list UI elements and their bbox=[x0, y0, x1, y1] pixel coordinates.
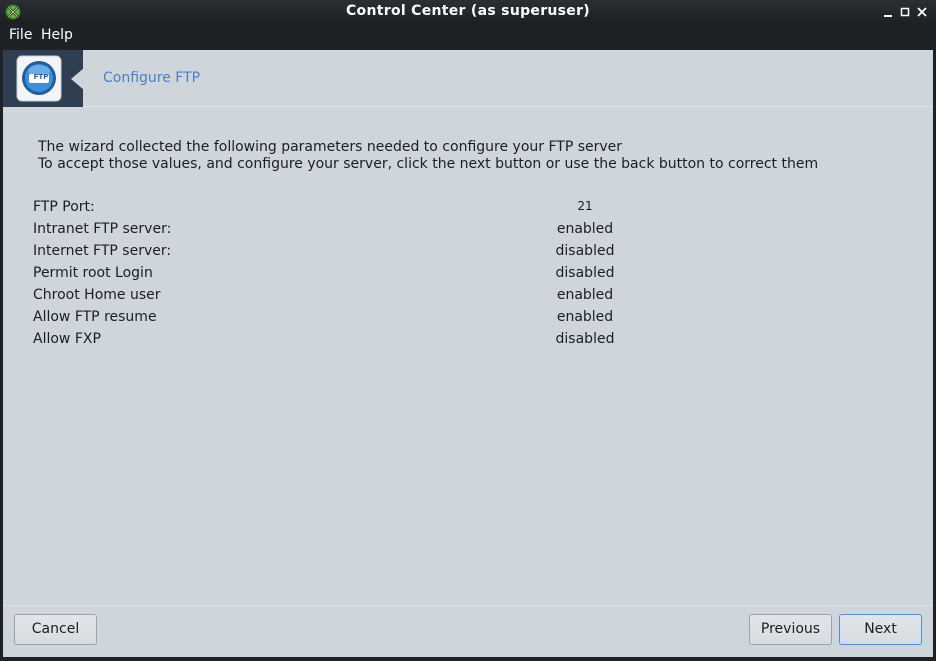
param-row-ftp-port: FTP Port: 21 bbox=[33, 199, 593, 221]
param-row-intranet: Intranet FTP server: enabled bbox=[33, 221, 613, 243]
param-row-internet: Internet FTP server: disabled bbox=[33, 243, 614, 265]
param-row-root-login: Permit root Login disabled bbox=[33, 265, 614, 287]
parameter-list: FTP Port: 21 Intranet FTP server: enable… bbox=[33, 199, 614, 353]
previous-button[interactable]: Previous bbox=[749, 614, 832, 645]
param-label: Permit root Login bbox=[33, 265, 153, 281]
param-label: Allow FTP resume bbox=[33, 309, 157, 325]
param-row-chroot: Chroot Home user enabled bbox=[33, 287, 613, 309]
wizard-banner: FTP Configure FTP bbox=[3, 50, 933, 107]
banner-notch bbox=[71, 68, 84, 90]
param-label: Internet FTP server: bbox=[33, 243, 172, 259]
next-button[interactable]: Next bbox=[839, 614, 922, 645]
maximize-icon[interactable] bbox=[897, 4, 913, 20]
intro-line-2: To accept those values, and configure yo… bbox=[38, 156, 819, 172]
param-value: enabled bbox=[556, 309, 614, 325]
param-row-fxp: Allow FXP disabled bbox=[33, 331, 614, 353]
param-value: enabled bbox=[556, 287, 614, 303]
param-label: Intranet FTP server: bbox=[33, 221, 172, 237]
param-label: Chroot Home user bbox=[33, 287, 161, 303]
wizard-intro: The wizard collected the following param… bbox=[38, 139, 818, 173]
menu-help[interactable]: Help bbox=[40, 27, 74, 43]
window-titlebar[interactable]: Control Center (as superuser) bbox=[0, 0, 936, 24]
wizard-page: FTP Configure FTP The wizard collected t… bbox=[3, 50, 933, 657]
close-icon[interactable] bbox=[914, 4, 930, 20]
page-title: Configure FTP bbox=[103, 70, 201, 86]
param-value: disabled bbox=[555, 331, 615, 347]
footer-divider bbox=[3, 605, 933, 606]
menu-file[interactable]: File bbox=[8, 27, 33, 43]
menubar: File Help bbox=[0, 24, 936, 50]
param-row-resume: Allow FTP resume enabled bbox=[33, 309, 613, 331]
param-label: FTP Port: bbox=[33, 199, 95, 215]
ftp-icon-label: FTP bbox=[33, 73, 49, 81]
param-value: enabled bbox=[556, 221, 614, 237]
param-value: 21 bbox=[577, 199, 593, 213]
minimize-icon[interactable] bbox=[880, 4, 896, 20]
intro-line-1: The wizard collected the following param… bbox=[38, 139, 623, 155]
cancel-button[interactable]: Cancel bbox=[14, 614, 97, 645]
param-label: Allow FXP bbox=[33, 331, 101, 347]
param-value: disabled bbox=[555, 243, 615, 259]
param-value: disabled bbox=[555, 265, 615, 281]
window-title: Control Center (as superuser) bbox=[345, 3, 591, 19]
